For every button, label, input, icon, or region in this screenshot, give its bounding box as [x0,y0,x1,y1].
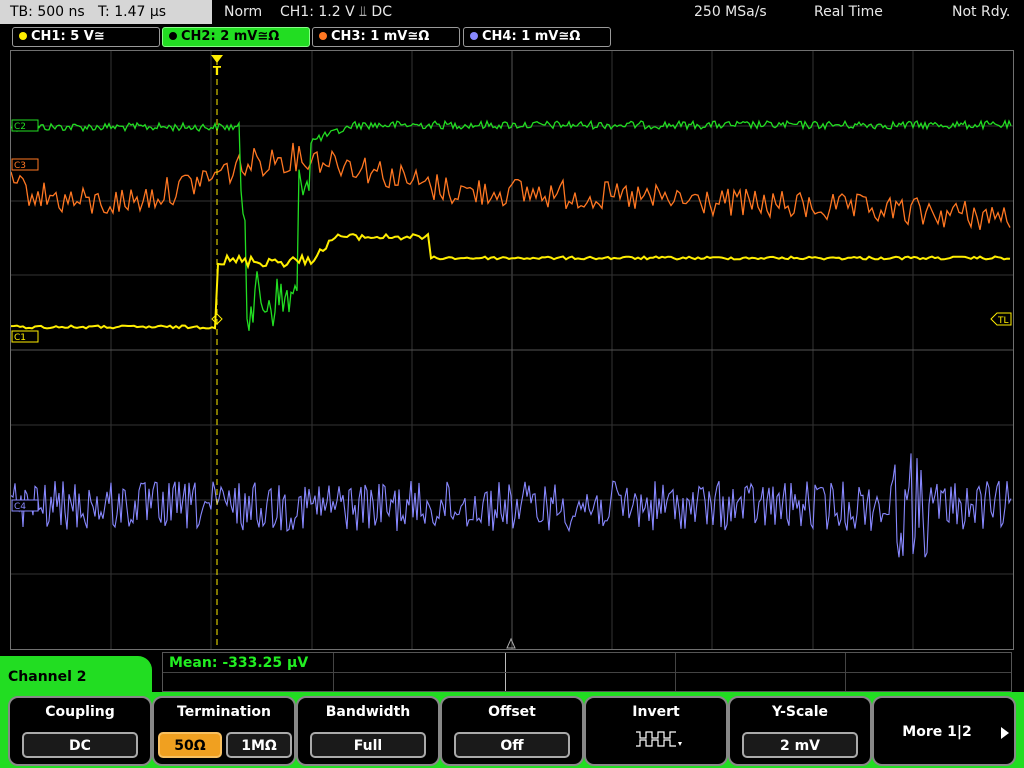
measurement-bar: Mean: -333.25 µV [162,652,1012,692]
ch2-label: CH2: 2 mV≅Ω [181,29,280,44]
c4-level-marker[interactable]: C4 [11,499,39,512]
waveform-svg: T C2 C3 C1 C4 TL [11,51,1013,649]
trigger-pos-label: T [213,64,222,78]
svg-text:C4: C4 [14,502,26,512]
termination-title: Termination [177,704,271,720]
ch2-color-dot [169,32,177,40]
bandwidth-value[interactable]: Full [310,732,426,758]
termination-softkey[interactable]: Termination 50Ω 1MΩ [152,696,296,766]
ch4-waveform [11,453,1012,558]
coupling-softkey[interactable]: Coupling DC [8,696,152,766]
trigger-level-marker[interactable]: TL [990,312,1012,326]
more-label: More 1|2 [902,724,972,740]
coupling-value[interactable]: DC [22,732,138,758]
status-bar: TB: 500 ns T: 1.47 µs Norm CH1: 1.2 V ⫫ … [0,0,1024,24]
waveform-display[interactable]: T C2 C3 C1 C4 TL [10,50,1014,650]
trigger-mode[interactable]: Norm [224,0,262,24]
timebase-label: TB: 500 ns [10,4,85,20]
ch1-label: CH1: 5 V≅ [31,29,105,44]
center-marker-icon [506,637,516,649]
invert-title: Invert [632,704,680,720]
grid [11,51,1013,649]
offset-softkey[interactable]: Offset Off [440,696,584,766]
inverted-pulse-icon [636,731,682,747]
svg-text:C1: C1 [14,333,26,343]
ch1-color-dot [19,32,27,40]
ch1-waveform [11,232,1011,330]
ch2-waveform [11,119,1012,331]
channel-tab-ch3[interactable]: CH3: 1 mV≅Ω [312,27,460,47]
trigger-setting[interactable]: CH1: 1.2 V ⫫ DC [280,0,392,24]
c1-level-marker[interactable]: C1 [11,330,39,343]
more-softkey[interactable]: More 1|2 [872,696,1016,766]
channel-tab-ch4[interactable]: CH4: 1 mV≅Ω [463,27,611,47]
svg-text:C2: C2 [14,122,26,132]
ch4-label: CH4: 1 mV≅Ω [482,29,581,44]
yscale-value[interactable]: 2 mV [742,732,858,758]
sample-rate: 250 MSa/s [694,4,767,20]
menu-title-label: Channel 2 [8,669,87,685]
bandwidth-title: Bandwidth [325,704,411,720]
trigger-marker-icon[interactable] [211,55,223,63]
svg-text:TL: TL [997,316,1009,326]
acquisition-mode: Real Time [814,4,883,20]
channel-tab-ch2[interactable]: CH2: 2 mV≅Ω [162,27,310,47]
termination-50ohm-option[interactable]: 50Ω [158,732,222,758]
coupling-title: Coupling [45,704,115,720]
channel-tab-ch1[interactable]: CH1: 5 V≅ [12,27,160,47]
ch3-label: CH3: 1 mV≅Ω [331,29,430,44]
ch4-color-dot [470,32,478,40]
trigger-time-label: T: 1.47 µs [98,4,167,20]
yscale-softkey[interactable]: Y-Scale 2 mV [728,696,872,766]
c3-level-marker[interactable]: C3 [11,158,39,171]
invert-softkey[interactable]: Invert [584,696,728,766]
bandwidth-softkey[interactable]: Bandwidth Full [296,696,440,766]
termination-1mohm-option[interactable]: 1MΩ [226,732,292,758]
timebase-box[interactable]: TB: 500 ns T: 1.47 µs [0,0,212,24]
ch3-waveform [11,142,1011,230]
ready-status: Not Rdy. [952,4,1011,20]
offset-value[interactable]: Off [454,732,570,758]
c2-level-marker[interactable]: C2 [11,119,39,132]
offset-title: Offset [488,704,536,720]
status-line: Norm CH1: 1.2 V ⫫ DC 250 MSa/s Real Time… [214,0,1024,24]
yscale-title: Y-Scale [771,704,828,720]
mean-measurement[interactable]: Mean: -333.25 µV [169,655,308,671]
svg-text:C3: C3 [14,161,26,171]
arrow-right-icon [1001,727,1009,739]
ch3-color-dot [319,32,327,40]
